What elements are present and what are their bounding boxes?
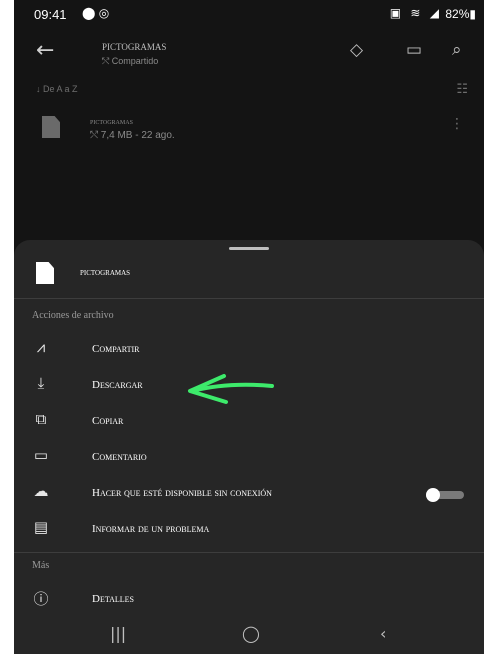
phone-screen: 09:41 ⬤ ◎ ▣ ≋ ◢ 82%▮ ← pictogramas ⤲ Com… — [14, 0, 484, 654]
action-label: Descargar — [92, 379, 143, 391]
report-icon: ▤ — [33, 518, 49, 536]
action-offline[interactable]: ☁ Hacer que esté disponible sin conexión — [14, 476, 484, 512]
back-arrow-icon[interactable]: ← — [36, 38, 54, 63]
folder-title: pictogramas — [102, 38, 167, 53]
action-share[interactable]: ⩘ Compartir — [14, 332, 484, 368]
section-label-more: Más — [32, 560, 50, 571]
system-nav-bar: ||| ◯ ‹ — [14, 616, 484, 654]
grid-view-icon[interactable]: ☷ — [456, 82, 468, 97]
recents-icon[interactable]: ||| — [110, 624, 126, 643]
notification-icons: ⬤ ◎ — [82, 6, 110, 20]
copy-icon: ⧉ — [35, 410, 47, 428]
section-label-actions: Acciones de archivo — [32, 310, 114, 321]
file-meta: ⤲ 7,4 MB - 22 ago. — [90, 130, 175, 141]
folder-subtitle: ⤲ Compartido — [102, 56, 159, 66]
more-options-icon[interactable]: ⋮ — [450, 116, 464, 132]
signal-icons: ▣ ≋ ◢ — [389, 6, 442, 20]
sheet-file-icon — [36, 262, 54, 284]
action-label: Hacer que esté disponible sin conexión — [92, 487, 272, 499]
home-icon[interactable]: ◯ — [242, 624, 260, 643]
status-time: 09:41 — [34, 7, 67, 22]
app-bar: ← pictogramas ⤲ Compartido ◇ ▭ ⌕ — [14, 30, 484, 78]
divider — [14, 552, 484, 553]
sort-row: ↓ De A a Z ☷ — [14, 80, 484, 100]
share-icon: ⩘ — [36, 338, 46, 356]
sheet-handle[interactable] — [229, 247, 269, 250]
action-label: Informar de un problema — [92, 523, 210, 535]
action-download[interactable]: ⤓ Descargar — [14, 368, 484, 404]
cast-icon[interactable]: ▭ — [406, 40, 422, 60]
action-report[interactable]: ▤ Informar de un problema — [14, 512, 484, 548]
action-comment[interactable]: ▭ Comentario — [14, 440, 484, 476]
battery-indicator: 82%▮ — [445, 7, 476, 21]
download-icon: ⤓ — [37, 374, 45, 392]
file-name: pictogramas — [90, 116, 133, 126]
offline-cloud-icon: ☁ — [33, 482, 49, 500]
offline-toggle[interactable] — [426, 488, 466, 502]
action-label: Copiar — [92, 415, 124, 427]
action-label: Detalles — [92, 593, 134, 605]
sort-button[interactable]: ↓ De A a Z — [36, 84, 78, 94]
sheet-file-name: pictogramas — [80, 267, 131, 278]
status-bar: 09:41 ⬤ ◎ ▣ ≋ ◢ 82%▮ — [14, 0, 484, 30]
action-copy[interactable]: ⧉ Copiar — [14, 404, 484, 440]
divider — [14, 298, 484, 299]
action-label: Comentario — [92, 451, 147, 463]
action-details[interactable]: ⓘ Detalles — [14, 582, 484, 618]
comment-icon: ▭ — [33, 446, 49, 464]
action-label: Compartir — [92, 343, 140, 355]
back-nav-icon[interactable]: ‹ — [380, 624, 386, 643]
bottom-sheet: pictogramas Acciones de archivo ⩘ Compar… — [14, 240, 484, 654]
file-list-item[interactable]: pictogramas ⤲ 7,4 MB - 22 ago. ⋮ — [14, 110, 484, 152]
diamond-icon[interactable]: ◇ — [350, 40, 363, 60]
search-icon[interactable]: ⌕ — [452, 40, 462, 60]
toggle-thumb — [426, 488, 440, 502]
info-icon: ⓘ — [33, 590, 49, 608]
file-icon — [42, 116, 60, 138]
